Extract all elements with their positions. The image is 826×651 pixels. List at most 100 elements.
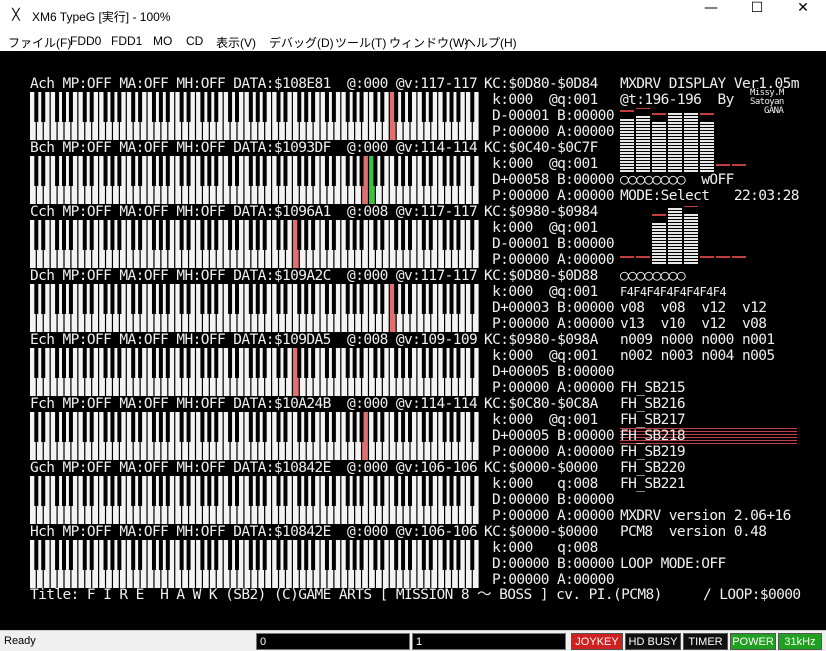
file-item-selected[interactable]: FH_SB218 — [620, 429, 686, 444]
black-key — [62, 348, 66, 378]
note-row-1: n009 n000 n000 n001 — [620, 332, 775, 348]
black-key — [131, 412, 136, 442]
black-key — [255, 540, 260, 570]
meter-segment — [668, 131, 682, 133]
meter-segment — [652, 223, 666, 225]
menu-file[interactable]: ファイル(F) — [8, 34, 71, 51]
meter-segment — [668, 226, 682, 228]
meter-segment — [668, 220, 682, 222]
meter-segment — [652, 137, 666, 139]
black-key — [110, 92, 115, 122]
black-key — [165, 284, 170, 314]
meter-segment — [652, 158, 666, 160]
black-key — [207, 412, 212, 442]
menu-mo[interactable]: MO — [153, 34, 172, 48]
meter-segment — [684, 226, 698, 228]
black-key — [283, 348, 288, 378]
black-key — [34, 156, 39, 186]
meter-segment — [620, 128, 634, 130]
minimize-button[interactable]: — — [688, 0, 734, 31]
black-key — [103, 92, 108, 122]
meter-segment — [684, 256, 698, 258]
channel-kc: KC:$0D80-$0D88 — [484, 268, 598, 284]
black-key — [103, 348, 108, 378]
black-key — [55, 92, 60, 122]
meter-segment — [668, 119, 682, 121]
black-key — [394, 476, 399, 506]
meter-segment — [668, 232, 682, 234]
black-key — [311, 220, 316, 250]
file-item[interactable]: FH_SB221 — [620, 477, 686, 492]
menu-fdd0[interactable]: FDD0 — [70, 34, 101, 48]
meter-segment — [700, 164, 714, 166]
menu-debug[interactable]: デバッグ(D) — [269, 34, 334, 51]
black-key — [214, 412, 219, 442]
meter-peak — [700, 256, 714, 258]
black-key — [41, 476, 46, 506]
meter-segment — [620, 152, 634, 154]
channel-d: D+00058 B:00000 — [492, 172, 615, 188]
file-item[interactable]: FH_SB216 — [620, 397, 686, 412]
menu-view[interactable]: 表示(V) — [216, 34, 256, 51]
black-key — [151, 540, 156, 570]
black-key — [186, 92, 191, 122]
menu-tools[interactable]: ツール(T) — [335, 34, 386, 51]
black-key — [62, 476, 66, 506]
meter-segment — [652, 235, 666, 237]
black-key — [41, 284, 46, 314]
meter-segment — [620, 161, 634, 163]
black-key — [89, 476, 94, 506]
black-key — [359, 284, 364, 314]
piano-keyboard — [30, 412, 480, 460]
meter-segment — [652, 152, 666, 154]
close-button[interactable]: ✕ — [780, 0, 826, 31]
black-key — [103, 412, 108, 442]
black-key — [110, 540, 115, 570]
black-key — [304, 540, 309, 570]
meter-peak — [636, 108, 650, 109]
meter-segment — [652, 262, 666, 264]
black-key — [373, 92, 378, 122]
meter-segment — [684, 140, 698, 142]
meter-segment — [668, 235, 682, 237]
black-key — [283, 412, 288, 442]
maximize-button[interactable]: ☐ — [734, 0, 780, 31]
meter-segment — [700, 128, 714, 130]
meter-segment — [684, 164, 698, 166]
black-key — [428, 412, 433, 442]
menu-cd[interactable]: CD — [186, 34, 203, 48]
black-key — [207, 476, 212, 506]
menu-window[interactable]: ウィンドウ(W) — [389, 34, 468, 51]
black-key — [442, 220, 447, 250]
channel-p: P:00000 A:00000 — [492, 124, 615, 140]
meter-segment — [652, 131, 666, 133]
meter-segment — [636, 164, 650, 166]
black-key — [421, 92, 426, 122]
xm6-app-icon[interactable]: ᚷ — [8, 7, 24, 23]
black-key — [151, 348, 156, 378]
emulator-screen[interactable]: Ach MP:OFF MA:OFF MH:OFF DATA:$108E81 @:… — [0, 51, 826, 630]
file-item[interactable]: FH_SB217 — [620, 413, 686, 428]
meter-segment — [636, 149, 650, 151]
meter-segment — [684, 167, 698, 169]
meter-segment — [668, 253, 682, 255]
menu-help[interactable]: ヘルプ(H) — [464, 34, 517, 51]
black-key — [359, 156, 364, 186]
file-item[interactable]: FH_SB215 — [620, 381, 686, 396]
black-key — [228, 284, 233, 314]
black-key — [345, 156, 350, 186]
meter-segment — [636, 146, 650, 148]
mode-clock: MODE:Select 22:03:28 — [620, 188, 799, 204]
file-item[interactable]: FH_SB219 — [620, 445, 686, 460]
meter-segment — [684, 220, 698, 222]
black-key — [421, 540, 426, 570]
channel-kc: KC:$0C80-$0C8A — [484, 396, 598, 412]
black-key — [68, 284, 73, 314]
menu-fdd1[interactable]: FDD1 — [111, 34, 142, 48]
black-key — [200, 220, 205, 250]
black-key — [41, 540, 46, 570]
file-item[interactable]: FH_SB220 — [620, 461, 686, 476]
black-key — [373, 156, 378, 186]
channel-d: D+00005 B:00000 — [492, 428, 615, 444]
black-key — [235, 412, 239, 442]
